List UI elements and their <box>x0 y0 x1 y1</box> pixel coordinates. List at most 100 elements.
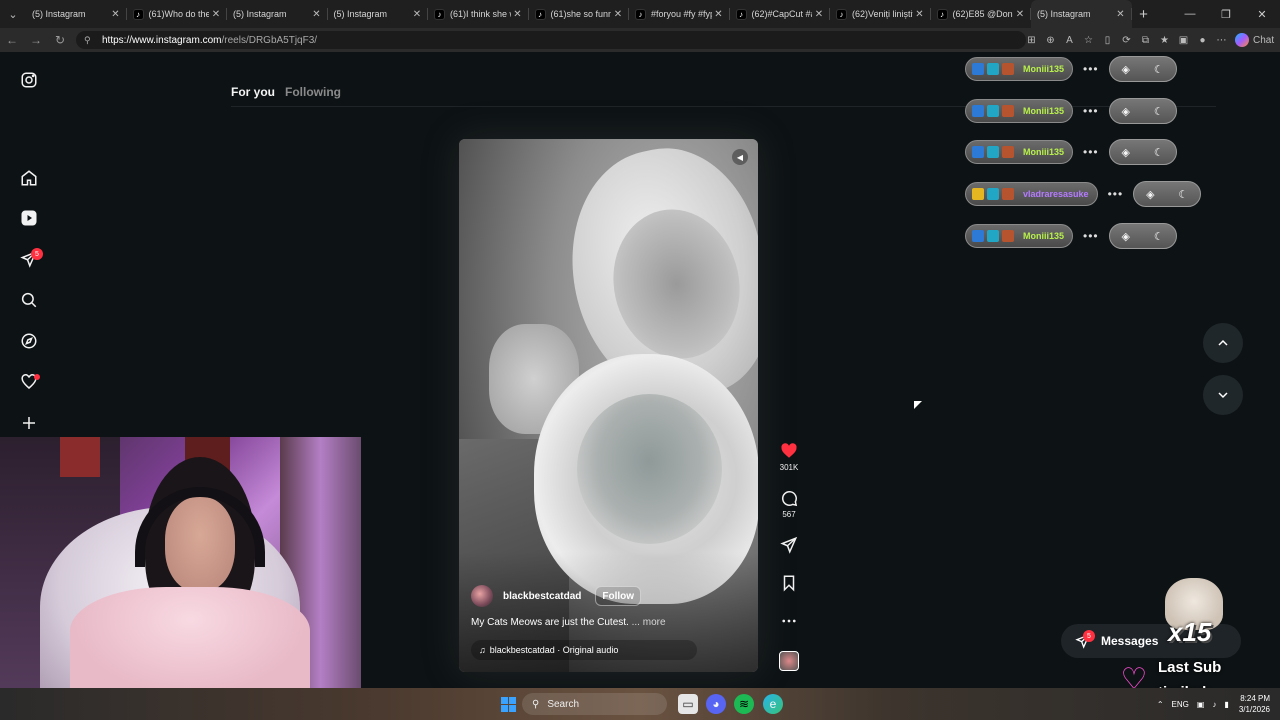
windows-start-icon[interactable] <box>498 694 518 714</box>
browser-tab[interactable]: (5) Instagram ✕ <box>26 0 127 28</box>
battery-icon[interactable]: ▮ <box>1224 700 1228 709</box>
browser-tab[interactable]: ♪ (61)Who do they ✕ <box>127 0 228 28</box>
alert-icon <box>972 230 984 242</box>
notification-badge: 5 <box>31 248 43 260</box>
close-window-icon[interactable]: ✕ <box>1244 0 1280 28</box>
close-tab-icon[interactable]: ✕ <box>511 9 525 20</box>
app-icon[interactable]: ⊞ <box>1022 35 1041 46</box>
more-dots-icon: ••• <box>1083 62 1099 76</box>
minimize-icon[interactable]: — <box>1172 0 1208 28</box>
back-icon[interactable]: ← <box>0 28 24 52</box>
browser-tab[interactable]: ♪ (61)she so funny ✕ <box>529 0 630 28</box>
browser-tab[interactable]: ♪ (62)#CapCut #ar ✕ <box>730 0 831 28</box>
maximize-icon[interactable]: ❐ <box>1208 0 1244 28</box>
webcam-feed <box>0 437 361 688</box>
zoom-icon[interactable]: ⊕ <box>1041 35 1060 46</box>
browser-tab[interactable]: ♪(61)I think she wa✕ <box>428 0 529 28</box>
reload-icon[interactable]: ↻ <box>48 28 72 52</box>
close-tab-icon[interactable]: ✕ <box>109 9 123 20</box>
more-options-icon[interactable]: ⋯ <box>1212 35 1231 46</box>
tab-following[interactable]: Following <box>285 85 341 99</box>
browser-tab-active[interactable]: (5) Instagram ✕ <box>1031 0 1132 28</box>
favorites-icon[interactable]: ★ <box>1155 35 1174 46</box>
avatar[interactable] <box>471 585 493 607</box>
share-button[interactable] <box>774 536 804 554</box>
system-tray: ⌃ ENG ▣ ♪ ▮ 8:24 PM 3/1/2026 <box>1149 688 1270 720</box>
more-dots-icon: ••• <box>1083 104 1099 118</box>
tiktok-icon: ♪ <box>635 8 646 20</box>
save-button[interactable] <box>774 574 804 592</box>
close-tab-icon[interactable]: ✕ <box>410 9 424 20</box>
next-reel-button[interactable] <box>1203 375 1243 415</box>
share-icon <box>780 536 798 554</box>
browser-tab[interactable]: ♪ (62)Veniți liniștiti ✕ <box>830 0 931 28</box>
follow-button[interactable]: Follow <box>595 586 642 606</box>
alert-badge: ◈ ☾ <box>1108 139 1177 165</box>
read-aloud-icon[interactable]: A <box>1060 35 1079 46</box>
like-button[interactable]: 301K <box>774 442 804 472</box>
browser-tab[interactable]: ♪(62)E85 @Don To✕ <box>931 0 1032 28</box>
more-options-button[interactable] <box>774 612 804 630</box>
explore-icon[interactable] <box>18 330 40 352</box>
clock[interactable]: 8:24 PM 3/1/2026 <box>1239 693 1270 715</box>
close-tab-icon[interactable]: ✕ <box>812 9 826 20</box>
discord-icon[interactable]: ◕ <box>706 694 726 714</box>
previous-reel-button[interactable] <box>1203 323 1243 363</box>
reel-author: blackbestcatdad Follow <box>471 585 642 607</box>
edge-icon[interactable]: e <box>763 694 783 714</box>
browser-tab[interactable]: ♪ #foryou #fy #fyp ✕ <box>629 0 730 28</box>
search-icon[interactable] <box>18 289 40 311</box>
site-info-icon[interactable]: ⚲ <box>84 35 96 46</box>
browser-tab[interactable]: (5) Instagram ✕ <box>328 0 429 28</box>
close-tab-icon[interactable]: ✕ <box>611 9 625 20</box>
search-icon: ⚲ <box>532 698 540 710</box>
close-tab-icon[interactable]: ✕ <box>1114 9 1128 20</box>
create-plus-icon[interactable] <box>18 412 40 434</box>
audio-link[interactable]: ♫ blackbestcatdad · Original audio <box>471 640 697 660</box>
tab-for-you[interactable]: For you <box>231 85 275 99</box>
author-username[interactable]: blackbestcatdad <box>503 591 581 602</box>
browser-toolbar: ⊞ ⊕ A ☆ ▯ ⟳ ⧉ ★ ▣ ● ⋯ Chat <box>1022 28 1280 52</box>
split-screen-icon[interactable]: ▯ <box>1098 35 1117 46</box>
alert-row: Moniii135 ••• ◈ ☾ <box>965 223 1177 249</box>
refresh-sync-icon[interactable]: ⟳ <box>1117 35 1136 46</box>
file-explorer-icon[interactable]: ▭ <box>678 694 698 714</box>
browser-tab[interactable]: (5) Instagram ✕ <box>227 0 328 28</box>
forward-icon[interactable]: → <box>24 28 48 52</box>
taskbar-search[interactable]: ⚲ Search <box>522 693 667 715</box>
close-tab-icon[interactable]: ✕ <box>712 9 726 20</box>
alert-icon <box>972 63 984 75</box>
close-tab-icon[interactable]: ✕ <box>310 9 324 20</box>
spotify-icon[interactable]: ≋ <box>734 694 754 714</box>
collections-icon[interactable]: ▣ <box>1174 35 1193 46</box>
moon-icon: ☾ <box>1178 188 1189 201</box>
network-icon[interactable]: ▣ <box>1197 700 1205 709</box>
favorite-star-icon[interactable]: ☆ <box>1079 35 1098 46</box>
volume-icon[interactable]: ◀ <box>732 149 748 165</box>
more-dots-icon: ••• <box>1083 145 1099 159</box>
volume-icon[interactable]: ♪ <box>1212 700 1216 709</box>
copilot-icon <box>1235 33 1249 47</box>
caption-more-link[interactable]: ... more <box>632 617 666 628</box>
home-icon[interactable] <box>18 167 40 189</box>
alert-icon <box>1002 105 1014 117</box>
extensions-icon[interactable]: ⧉ <box>1136 35 1155 46</box>
instagram-logo-icon[interactable] <box>18 69 40 91</box>
comment-button[interactable]: 567 <box>774 489 804 519</box>
tray-chevron-icon[interactable]: ⌃ <box>1157 700 1164 709</box>
close-tab-icon[interactable]: ✕ <box>209 9 223 20</box>
profile-avatar-icon[interactable]: ● <box>1193 35 1212 46</box>
tab-list-chevron-icon[interactable]: ⌄ <box>0 0 26 28</box>
reel-video[interactable]: ◀ blackbestcatdad Follow My Cats Meows a… <box>459 139 758 672</box>
character-icon: ◈ <box>1146 188 1155 201</box>
close-tab-icon[interactable]: ✕ <box>913 9 927 20</box>
reels-icon[interactable] <box>18 207 40 229</box>
moon-icon: ☾ <box>1153 230 1164 243</box>
tiktok-icon: ♪ <box>936 8 948 20</box>
new-tab-button[interactable]: + <box>1132 6 1156 23</box>
audio-thumbnail[interactable] <box>779 651 799 671</box>
url-field[interactable]: ⚲ https://www.instagram.com/reels/DRGbA5… <box>76 31 1026 49</box>
close-tab-icon[interactable]: ✕ <box>1013 9 1027 20</box>
copilot-chat-button[interactable]: Chat <box>1231 33 1280 47</box>
language-indicator[interactable]: ENG <box>1172 700 1189 709</box>
